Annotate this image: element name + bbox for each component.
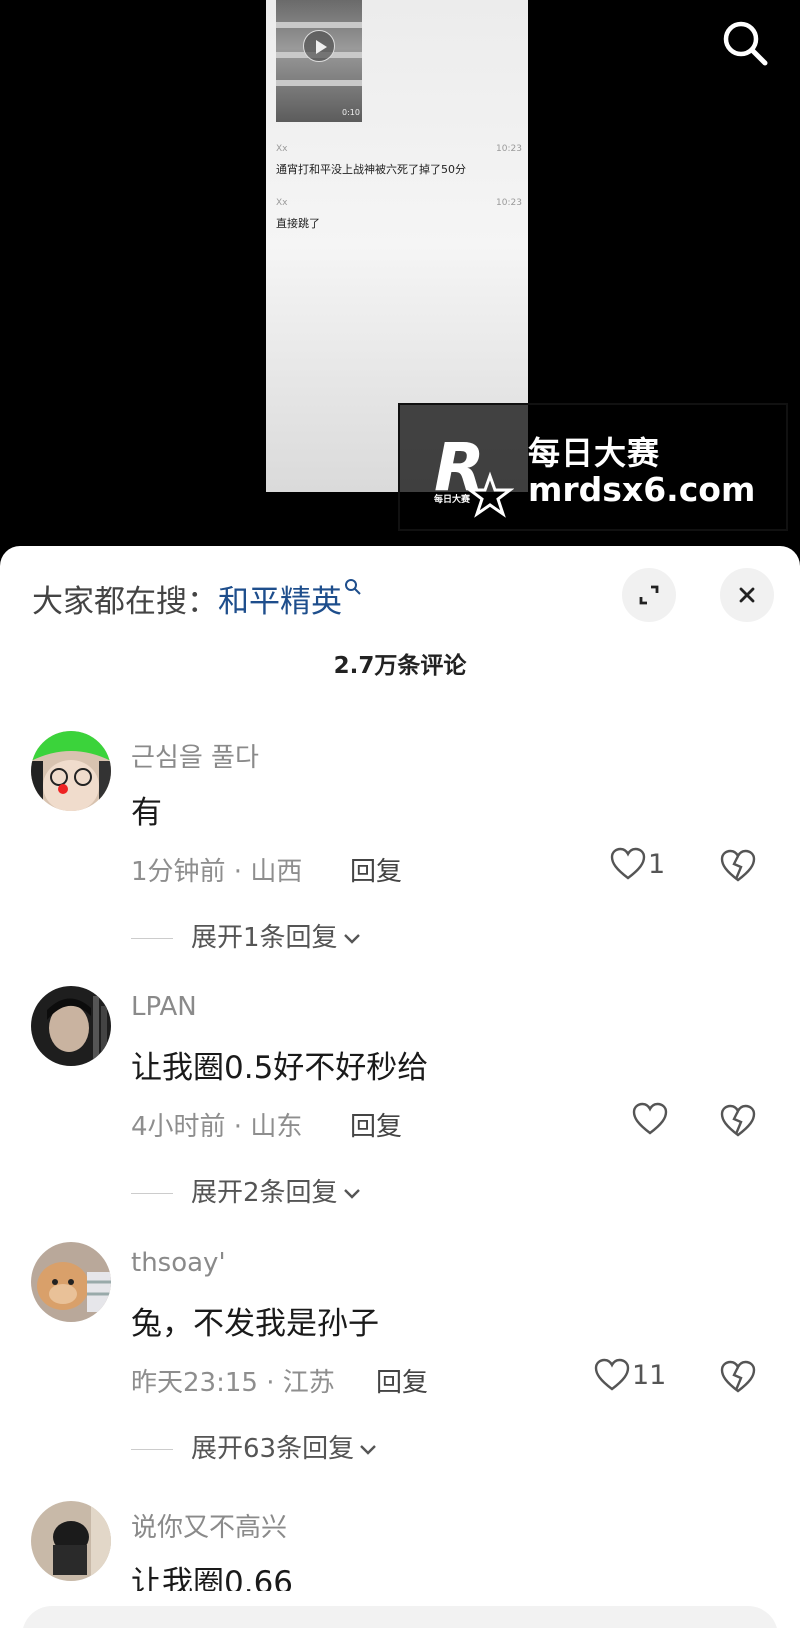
close-icon <box>739 587 755 603</box>
avatar[interactable] <box>31 731 111 811</box>
avatar[interactable] <box>31 1501 111 1581</box>
comment-item: 근심을 풀다 有 1分钟前 · 山西 回复 1 展开1条回复 <box>0 731 800 971</box>
comment-username[interactable]: LPAN <box>131 992 197 1022</box>
like-button[interactable] <box>632 1102 670 1142</box>
comment-item: LPAN 让我圈0.5好不好秒给 4小时前 · 山东 回复 展开2条回复 <box>0 986 800 1226</box>
comment-text: 兔，不发我是孙子 <box>131 1306 379 1342</box>
chat-message: 通宵打和平没上战神被六死了掉了50分 <box>276 163 466 176</box>
svg-text:每日大赛: 每日大赛 <box>434 493 471 505</box>
comment-text: 让我圈0.5好不好秒给 <box>131 1050 429 1086</box>
expand-replies-label: 展开63条回复 <box>191 1434 355 1464</box>
video-duration: 0:10 <box>342 108 360 117</box>
comment-sheet: 大家都在搜：和平精英 2.7万条评论 근심을 풀다 有 1分钟前 · 山西 回复… <box>0 546 800 1628</box>
like-count: 11 <box>632 1359 667 1391</box>
reply-button[interactable]: 回复 <box>350 1106 402 1143</box>
comment-text: 让我圈0.66 <box>131 1565 294 1591</box>
search-suggestion-keyword[interactable]: 和平精英 <box>218 584 342 620</box>
comment-username[interactable]: 근심을 풀다 <box>131 737 259 774</box>
reply-button[interactable]: 回复 <box>350 851 402 888</box>
comment-count: 2.7万条评论 <box>333 653 467 679</box>
reply-button[interactable]: 回复 <box>376 1362 428 1399</box>
avatar[interactable] <box>31 986 111 1066</box>
comment-meta: 4小时前 · 山东 <box>131 1112 303 1142</box>
expand-replies[interactable]: 展开2条回复 <box>131 1172 362 1209</box>
broken-heart-icon[interactable] <box>720 849 756 883</box>
video-thumbnail: 0:10 <box>276 0 362 122</box>
heart-icon <box>610 847 646 880</box>
broken-heart-icon[interactable] <box>720 1104 756 1138</box>
search-suggestion[interactable]: 大家都在搜：和平精英 <box>32 576 362 621</box>
chevron-down-icon <box>343 933 360 944</box>
search-icon[interactable] <box>720 18 770 68</box>
comment-input-bar[interactable] <box>22 1606 778 1628</box>
comment-item: thsoay' 兔，不发我是孙子 昨天23:15 · 江苏 回复 11 展开63… <box>0 1242 800 1482</box>
like-button[interactable]: 11 <box>594 1358 666 1398</box>
search-suggestion-prefix: 大家都在搜： <box>32 584 218 620</box>
video-player[interactable]: 0:10 Xx 10:23 通宵打和平没上战神被六死了掉了50分 Xx 10:2… <box>0 0 800 560</box>
expand-button[interactable] <box>622 568 676 622</box>
chevron-down-icon <box>360 1444 376 1455</box>
heart-icon <box>594 1358 630 1391</box>
watermark-logo: R 每日大赛 <box>434 430 514 518</box>
like-count: 1 <box>648 848 666 880</box>
comment-username[interactable]: thsoay' <box>131 1248 226 1278</box>
comment-text: 有 <box>131 795 162 831</box>
comment-username[interactable]: 说你又不高兴 <box>131 1507 287 1544</box>
expand-replies[interactable]: 展开1条回复 <box>131 917 362 954</box>
comment-meta: 昨天23:15 · 江苏 <box>131 1368 335 1398</box>
chevron-down-icon <box>343 1188 360 1199</box>
play-icon <box>303 30 335 62</box>
comment-item: 说你又不高兴 让我圈0.66 <box>0 1501 800 1591</box>
chat-message: 直接跳了 <box>276 217 320 230</box>
expand-replies[interactable]: 展开63条回复 <box>131 1428 378 1465</box>
expand-replies-label: 展开1条回复 <box>191 923 338 953</box>
avatar[interactable] <box>31 1242 111 1322</box>
search-icon <box>345 579 361 595</box>
like-button[interactable]: 1 <box>610 847 665 887</box>
heart-icon <box>632 1102 668 1135</box>
comment-meta: 1分钟前 · 山西 <box>131 857 303 887</box>
expand-icon <box>639 585 659 605</box>
expand-replies-label: 展开2条回复 <box>191 1178 338 1208</box>
watermark-title: 每日大赛 <box>528 434 661 472</box>
broken-heart-icon[interactable] <box>720 1360 756 1394</box>
chat-sender: Xx <box>276 144 288 154</box>
chat-time: 10:23 <box>496 144 522 154</box>
watermark-url: mrdsx6.com <box>528 470 756 509</box>
chat-time: 10:23 <box>496 198 522 208</box>
chat-sender: Xx <box>276 198 288 208</box>
close-button[interactable] <box>720 568 774 622</box>
